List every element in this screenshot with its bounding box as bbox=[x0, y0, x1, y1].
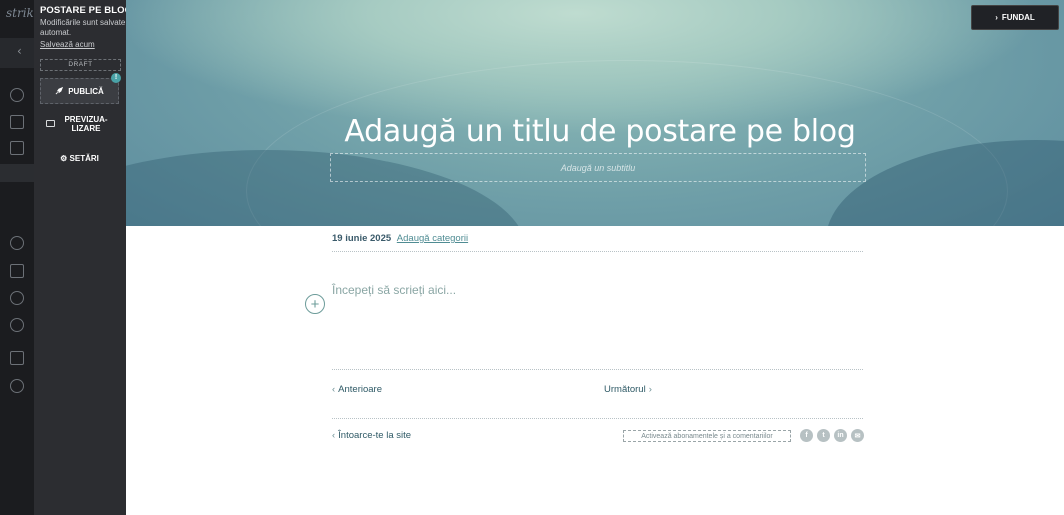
inbox-icon[interactable] bbox=[10, 115, 24, 129]
save-now-link[interactable]: Salvează acum bbox=[40, 40, 95, 49]
chevron-right-icon: › bbox=[995, 13, 998, 22]
gear-icon[interactable] bbox=[10, 318, 24, 332]
add-block-button[interactable]: + bbox=[305, 294, 325, 314]
chevron-left-icon: ‹ bbox=[332, 430, 336, 441]
settings-label: SETĂRI bbox=[69, 154, 99, 163]
dollar-icon[interactable] bbox=[10, 88, 24, 102]
post-title-input[interactable]: Adaugă un titlu de postare pe blog bbox=[330, 114, 870, 149]
sidebar-active-item[interactable] bbox=[0, 164, 34, 182]
back-to-site-label: Întoarce-te la site bbox=[338, 430, 412, 441]
next-post-link[interactable]: Următorul › bbox=[604, 384, 655, 395]
post-date[interactable]: 19 iunie 2025 bbox=[332, 233, 391, 244]
back-to-site-link[interactable]: ‹ Întoarce-te la site bbox=[332, 430, 411, 441]
linkedin-icon[interactable]: in bbox=[834, 429, 847, 442]
billing-icon[interactable] bbox=[10, 351, 24, 365]
publish-button[interactable]: PUBLICĂ bbox=[40, 78, 119, 104]
sidebar-collapse-button[interactable]: ‹ bbox=[0, 38, 34, 68]
chevron-left-icon: ‹ bbox=[332, 384, 336, 395]
enable-subscriptions-button[interactable]: Activează abonamentele și a comentariilo… bbox=[623, 430, 791, 442]
email-icon[interactable]: ✉ bbox=[851, 429, 864, 442]
publish-label: PUBLICĂ bbox=[68, 86, 104, 96]
gear-icon: ⚙ bbox=[60, 154, 68, 163]
divider bbox=[332, 418, 863, 419]
preview-button[interactable]: PREVIZUA- LIZARE bbox=[40, 115, 124, 139]
monitor-icon bbox=[46, 120, 55, 127]
subtitle-placeholder: Adaugă un subtitlu bbox=[560, 162, 636, 173]
analytics-icon[interactable] bbox=[10, 291, 24, 305]
chevron-left-icon: ‹ bbox=[17, 44, 22, 58]
app-sidebar-rail: strik ‹ bbox=[0, 0, 34, 515]
preview-label: PREVIZUA- LIZARE bbox=[64, 115, 108, 133]
facebook-icon[interactable]: f bbox=[800, 429, 813, 442]
publish-notice-badge: ! bbox=[111, 73, 121, 83]
subtitle-input[interactable]: Adaugă un subtitlu bbox=[330, 153, 866, 182]
plus-icon: + bbox=[310, 295, 320, 313]
edit-icon[interactable] bbox=[10, 141, 24, 155]
panel-title: POSTARE PE BLOG bbox=[40, 5, 133, 16]
megaphone-icon[interactable] bbox=[10, 264, 24, 278]
background-button[interactable]: › FUNDAL bbox=[971, 5, 1059, 30]
rocket-icon bbox=[55, 86, 64, 97]
post-hero[interactable] bbox=[126, 0, 1064, 226]
autosave-note: Modificările sunt salvate automat. bbox=[40, 18, 126, 37]
twitter-icon[interactable]: t bbox=[817, 429, 830, 442]
status-badge: DRAFT bbox=[40, 59, 121, 71]
trophy-icon[interactable] bbox=[10, 379, 24, 393]
divider bbox=[332, 251, 863, 252]
chevron-right-icon: › bbox=[648, 384, 652, 395]
post-meta: 19 iunie 2025 Adaugă categorii bbox=[332, 233, 468, 244]
app-logo[interactable]: strik bbox=[6, 6, 34, 20]
background-button-label: FUNDAL bbox=[1001, 13, 1035, 22]
post-body-editor[interactable]: Începeți să scrieți aici... bbox=[332, 283, 456, 297]
divider bbox=[332, 369, 863, 370]
previous-post-link[interactable]: ‹ Anterioare bbox=[332, 384, 382, 395]
users-icon[interactable] bbox=[10, 236, 24, 250]
next-label: Următorul bbox=[604, 384, 646, 395]
previous-label: Anterioare bbox=[338, 384, 383, 395]
blog-editor-panel: POSTARE PE BLOG Modificările sunt salvat… bbox=[34, 0, 132, 515]
settings-button[interactable]: ⚙ SETĂRI bbox=[40, 154, 119, 163]
add-categories-link[interactable]: Adaugă categorii bbox=[397, 233, 468, 244]
